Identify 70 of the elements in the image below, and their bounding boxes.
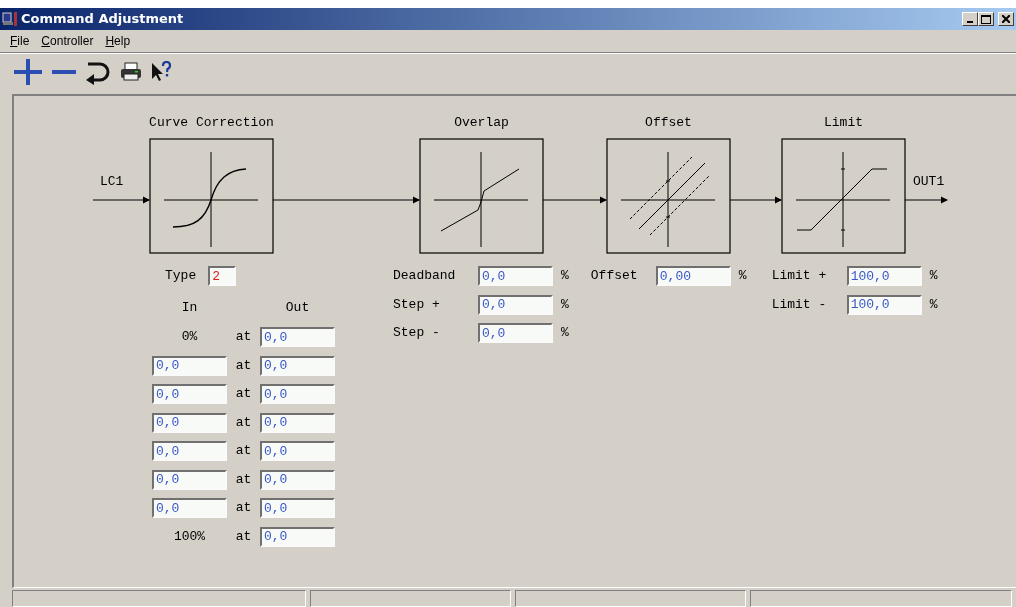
menu-item[interactable]: Help: [99, 32, 137, 50]
connector-arrow: [92, 196, 151, 204]
in-field[interactable]: 0,0: [152, 355, 227, 376]
out-field[interactable]: 0,0: [260, 412, 335, 433]
remove-button[interactable]: [52, 69, 76, 74]
close-button[interactable]: [998, 12, 1014, 26]
unit-label: %: [738, 267, 747, 285]
connector-arrow: [904, 196, 949, 204]
unit-label: %: [561, 295, 569, 314]
in-field[interactable]: 0,0: [152, 498, 227, 518]
unit-label: %: [561, 324, 569, 342]
out-field[interactable]: 0,0: [260, 526, 335, 547]
parameter-field[interactable]: 100,0: [846, 294, 922, 315]
context-help-button[interactable]: [150, 60, 172, 83]
unit-label: %: [929, 267, 938, 285]
in-value: 100%: [172, 527, 207, 546]
at-label: at: [234, 356, 253, 375]
in-field[interactable]: 0,0: [152, 384, 227, 404]
block-title: Overlap: [454, 115, 509, 130]
add-button[interactable]: [12, 57, 44, 86]
parameter-field[interactable]: 100,0: [846, 266, 922, 286]
at-label: at: [234, 413, 253, 432]
out-field[interactable]: 0,0: [260, 498, 335, 518]
type-label: Type: [165, 267, 197, 285]
close-icon: [1002, 15, 1010, 23]
at-label: at: [234, 470, 253, 489]
out-field[interactable]: 0,0: [260, 441, 335, 461]
in-value: 0%: [180, 328, 199, 346]
at-label: at: [234, 499, 253, 517]
unit-label: %: [561, 267, 569, 285]
parameter-label: Step +: [393, 295, 441, 314]
parameter-field[interactable]: 0,0: [478, 294, 553, 315]
parameter-label: Limit +: [771, 267, 828, 285]
connector-arrow: [729, 196, 783, 204]
type-field[interactable]: 2: [208, 266, 237, 286]
at-label: at: [234, 527, 253, 546]
block-title: Limit: [824, 115, 863, 130]
out-field[interactable]: 0,0: [260, 469, 335, 490]
input-signal-label: LC1: [100, 174, 124, 189]
connector-arrow: [542, 196, 608, 204]
at-label: at: [234, 328, 253, 346]
at-label: at: [234, 442, 253, 460]
block-title: Curve Correction: [149, 115, 274, 130]
parameter-label: Deadband: [393, 267, 457, 285]
print-button[interactable]: [120, 61, 142, 82]
unit-label: %: [929, 295, 938, 314]
menu-item[interactable]: File: [4, 32, 36, 50]
block-title: Offset: [645, 115, 692, 130]
maximize-button[interactable]: [978, 12, 994, 26]
out-field[interactable]: 0,0: [260, 355, 335, 376]
output-signal-label: OUT1: [913, 174, 945, 189]
parameter-label: Limit -: [771, 295, 828, 314]
parameter-field[interactable]: 0,0: [478, 266, 553, 286]
in-field[interactable]: 0,0: [152, 441, 227, 461]
parameter-label: Step -: [393, 324, 441, 342]
out-field[interactable]: 0,0: [260, 327, 335, 347]
parameter-label: Offset: [590, 267, 639, 285]
minimize-button[interactable]: [962, 12, 978, 26]
window-title: Command Adjustment: [21, 10, 184, 29]
column-heading: In: [180, 299, 199, 317]
maximize-icon: [981, 14, 991, 24]
parameter-field[interactable]: 0,00: [655, 266, 731, 286]
out-field[interactable]: 0,0: [260, 384, 335, 404]
menu-item[interactable]: Controller: [35, 32, 100, 50]
column-heading: Out: [284, 299, 311, 317]
in-field[interactable]: 0,0: [152, 412, 227, 433]
parameter-field[interactable]: 0,0: [478, 323, 553, 343]
at-label: at: [234, 385, 253, 403]
app-icon: [2, 11, 18, 27]
in-field[interactable]: 0,0: [152, 469, 227, 490]
